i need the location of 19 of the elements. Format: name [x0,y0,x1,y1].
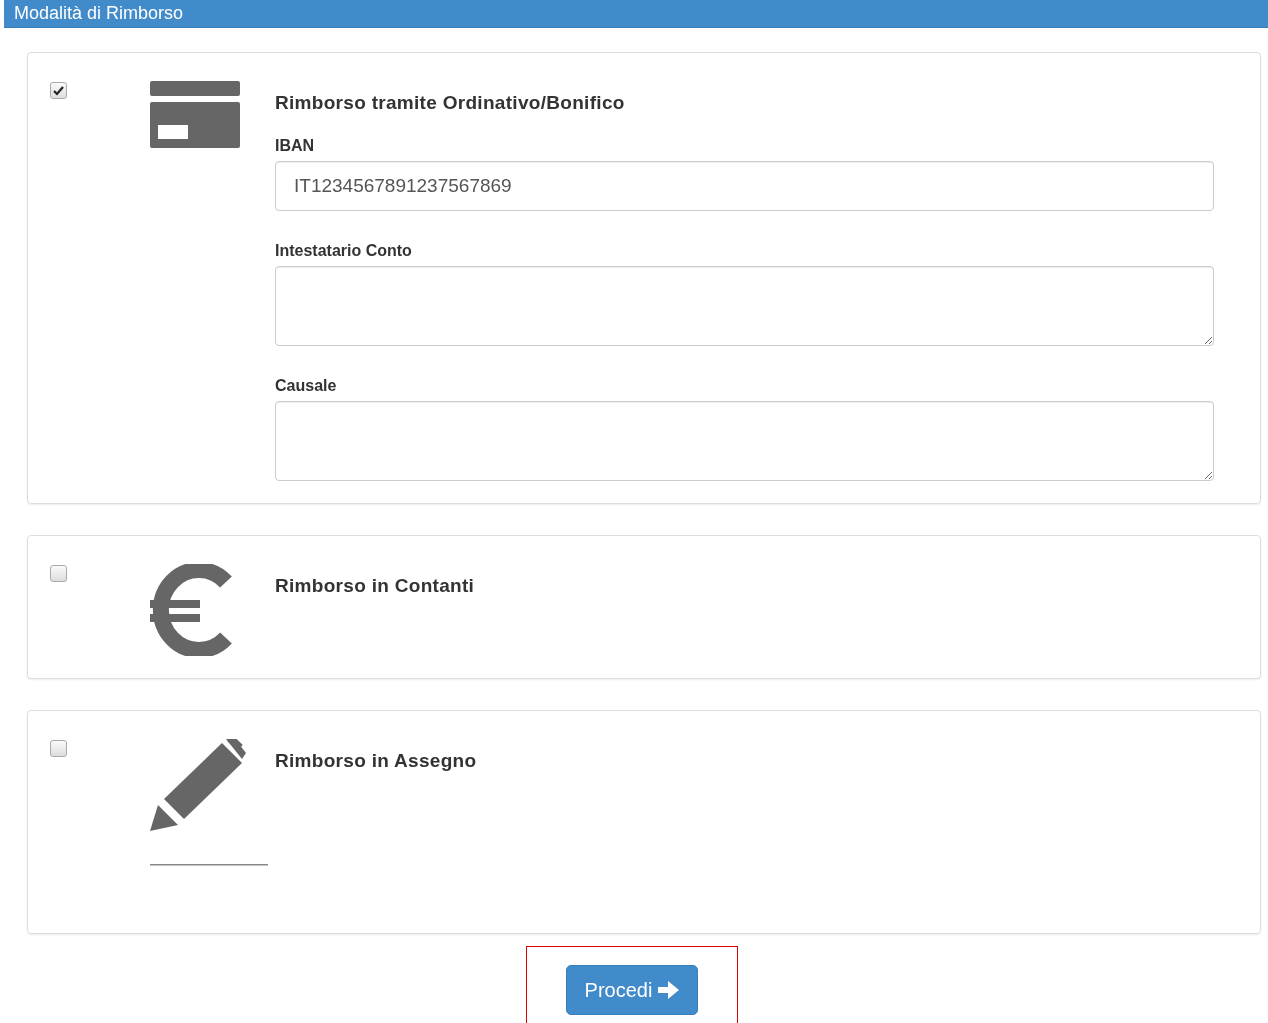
arrow-right-icon [658,980,680,999]
credit-card-icon [150,81,240,148]
checkbox[interactable] [50,564,67,582]
option-title: Rimborso in Assegno [275,748,478,773]
pencil-icon [150,738,270,867]
field-label: Causale [275,375,338,396]
text-area[interactable] [275,400,1214,481]
procedi-button[interactable]: Procedi [565,964,699,1015]
check-icon [53,85,64,96]
text-area[interactable] [275,265,1214,346]
checkbox[interactable] [50,82,67,99]
option-title: Rimborso in Contanti [275,573,476,598]
field-label: IBAN [275,135,316,156]
header-title: Modalità di Rimborso [14,2,184,25]
checkbox[interactable] [50,739,67,757]
option-title: Rimborso tramite Ordinativo/Bonifico [275,91,626,115]
euro-icon [150,563,232,656]
iban-field[interactable]: IT1234567891237567869 [275,160,1214,211]
field-label: Intestatario Conto [275,240,413,261]
